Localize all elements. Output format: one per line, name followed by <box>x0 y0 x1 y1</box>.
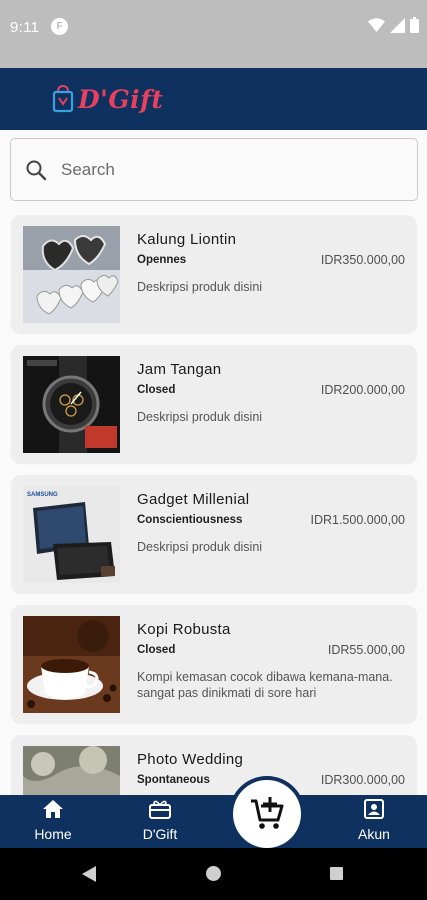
product-category: Opennes <box>137 254 187 266</box>
brand-text: SAMSUNG <box>27 492 58 498</box>
product-list: Kalung Liontin Opennes IDR350.000,00 Des… <box>11 215 417 865</box>
product-price: IDR350.000,00 <box>320 253 405 267</box>
product-price: IDR300.000,00 <box>320 773 405 787</box>
search-input[interactable] <box>61 151 401 189</box>
product-price: IDR1.500.000,00 <box>310 513 405 527</box>
nav-akun-label: Akun <box>358 826 390 842</box>
nav-home[interactable]: Home <box>18 799 88 842</box>
search-box[interactable] <box>10 138 418 201</box>
shopping-bag-icon <box>52 84 74 113</box>
product-image-coffee <box>23 616 120 713</box>
gift-icon <box>149 800 171 819</box>
product-description: Deskripsi produk disini <box>137 280 263 294</box>
search-icon <box>26 160 47 181</box>
recent-apps-icon[interactable] <box>330 867 343 880</box>
logo-text: D'Gift <box>78 84 164 114</box>
product-category: Closed <box>137 644 176 656</box>
product-image-necklace <box>23 226 120 323</box>
product-category: Spontaneous <box>137 774 210 786</box>
product-name: Photo Wedding <box>137 751 244 768</box>
status-time: 9:11 <box>10 19 40 36</box>
product-description: Kompi kemasan cocok dibawa kemana-mana. … <box>137 670 393 700</box>
app-logo: D'Gift <box>52 84 163 114</box>
add-to-cart-icon <box>251 797 284 829</box>
system-home-icon[interactable] <box>206 866 221 881</box>
add-to-cart-button[interactable] <box>233 780 301 848</box>
product-name: Jam Tangan <box>137 361 222 378</box>
product-name: Gadget Millenial <box>137 491 250 508</box>
app-screen: 9:11 F D'Gift Search Kalung Liontin Open… <box>0 0 427 900</box>
nav-dgift[interactable]: D'Gift <box>125 799 195 842</box>
wifi-icon <box>368 17 385 32</box>
back-icon[interactable] <box>82 866 96 882</box>
product-category: Conscientiousness <box>137 514 243 526</box>
app-header: D'Gift <box>0 68 427 130</box>
product-card[interactable]: Kopi Robusta Closed IDR55.000,00 Kompi k… <box>11 605 417 723</box>
product-price: IDR55.000,00 <box>327 643 405 657</box>
product-price: IDR200.000,00 <box>320 383 405 397</box>
bottom-nav: Home D'Gift Akun <box>0 795 427 848</box>
product-card[interactable]: SAMSUNG Gadget Millenial Conscientiousne… <box>11 475 417 593</box>
product-name: Kalung Liontin <box>137 231 237 248</box>
product-name: Kopi Robusta <box>137 621 231 638</box>
battery-icon <box>410 17 419 33</box>
status-bar: 9:11 F <box>0 0 427 68</box>
system-nav-bar <box>0 848 427 900</box>
product-card[interactable]: Jam Tangan Closed IDR200.000,00 Deskrips… <box>11 345 417 463</box>
account-icon <box>364 799 384 819</box>
product-image-watch <box>23 356 120 453</box>
nav-dgift-label: D'Gift <box>142 826 178 842</box>
notification-app-icon: F <box>51 18 68 35</box>
product-image-phone: SAMSUNG <box>23 486 120 583</box>
product-card[interactable]: Kalung Liontin Opennes IDR350.000,00 Des… <box>11 215 417 333</box>
status-icons <box>368 17 419 33</box>
product-category: Closed <box>137 384 176 396</box>
signal-icon <box>390 17 405 33</box>
product-description: Deskripsi produk disini <box>137 410 263 424</box>
nav-home-label: Home <box>34 826 72 842</box>
nav-akun[interactable]: Akun <box>339 799 409 842</box>
home-icon <box>43 800 63 818</box>
product-description: Deskripsi produk disini <box>137 540 263 554</box>
